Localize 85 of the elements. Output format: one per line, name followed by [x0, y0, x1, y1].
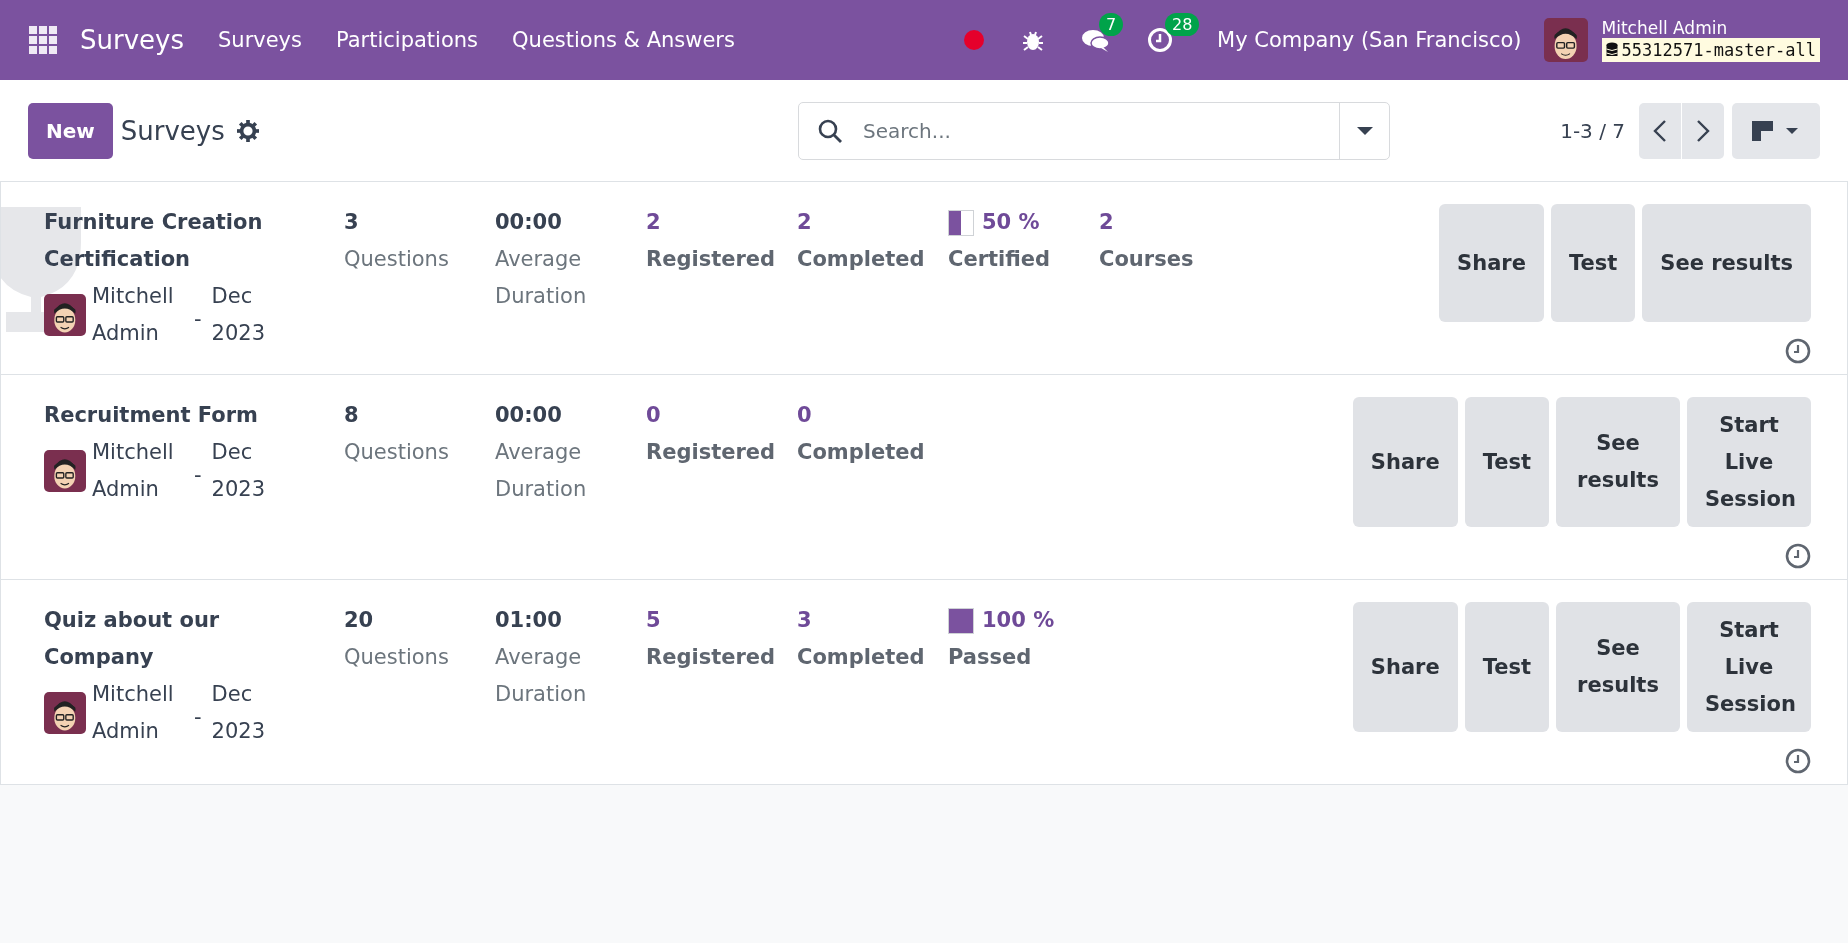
stat-label: Average Duration [495, 246, 588, 310]
caret-icon [1356, 125, 1373, 136]
stat-label: Questions [344, 246, 450, 273]
author-name: Mitchell Admin [92, 283, 175, 347]
stat-value[interactable]: 2 [646, 204, 777, 241]
stat-value[interactable]: 100 % [982, 602, 1055, 639]
stat-label: Questions [344, 439, 450, 466]
apps-grid-icon[interactable] [28, 25, 58, 55]
date-separator: - [194, 462, 202, 487]
stat-label[interactable]: Completed [797, 639, 928, 676]
stat-value[interactable]: 5 [646, 602, 777, 639]
stat-label: Questions [344, 644, 450, 671]
survey-card[interactable]: Furniture Creation Certification Mitchell Admin - Dec 2023 3 Questions 00:00 Average Duration 2 Registered 2 Completed 50 % Certified 2 Courses Share Test See results [0, 182, 1848, 375]
author-name: Mitchell Admin [92, 439, 175, 503]
view-switcher-button[interactable] [1732, 102, 1820, 159]
clock-icon[interactable] [1785, 748, 1811, 774]
stat-value[interactable]: 50 % [982, 204, 1040, 241]
action-button[interactable]: See results [1556, 602, 1680, 732]
action-button[interactable]: See results [1556, 397, 1680, 527]
user-avatar[interactable] [1543, 18, 1588, 62]
stat-value[interactable]: 2 [797, 204, 928, 241]
chevron-right-icon [1696, 118, 1710, 143]
database-tag: 55312571-master-all [1601, 38, 1820, 62]
pager-value[interactable]: 1-3 / 7 [1560, 118, 1625, 143]
menu-item[interactable]: Questions & Answers [512, 28, 735, 52]
stat-label[interactable]: Certified [948, 241, 1079, 278]
survey-date: Dec 2023 [211, 681, 267, 745]
stat-value[interactable]: 3 [797, 602, 928, 639]
activity-count-badge: 28 [1165, 13, 1200, 36]
user-name[interactable]: Mitchell Admin [1601, 18, 1820, 38]
new-button[interactable]: New [28, 102, 113, 159]
menu-item[interactable]: Participations [336, 28, 479, 52]
company-name[interactable]: My Company (San Francisco) [1217, 28, 1522, 52]
stat-label: Average Duration [495, 644, 588, 708]
survey-title: Furniture Creation Certification [44, 209, 264, 273]
survey-date: Dec 2023 [211, 283, 267, 347]
stat-label: Average Duration [495, 439, 588, 503]
settings-icon[interactable] [236, 119, 259, 142]
stat-value[interactable]: 2 [1099, 204, 1230, 241]
chevron-left-icon [1653, 118, 1667, 143]
breadcrumb: Surveys [120, 115, 225, 146]
stat-value: 00:00 [495, 402, 563, 429]
message-count-badge: 7 [1099, 13, 1124, 36]
action-button[interactable]: Test [1464, 397, 1549, 527]
action-button[interactable]: Share [1439, 204, 1544, 322]
survey-title: Recruitment Form [44, 402, 259, 429]
stat-label[interactable]: Registered [646, 639, 777, 676]
search-bar[interactable]: Search... [798, 101, 1391, 160]
previous-button[interactable] [1639, 102, 1681, 159]
stat-value[interactable]: 0 [797, 397, 928, 434]
stat-value: 3 [344, 209, 360, 236]
survey-card[interactable]: Quiz about our Company Mitchell Admin - Dec 2023 20 Questions 01:00 Average Duration 5 Registered 3 Completed 100 % Passed Share Test See results Start Live Session [0, 580, 1848, 785]
action-button[interactable]: Test [1464, 602, 1549, 732]
database-icon [1605, 42, 1618, 58]
action-button[interactable]: Share [1352, 602, 1458, 732]
stat-label[interactable]: Completed [797, 241, 928, 278]
author-name: Mitchell Admin [92, 681, 175, 745]
stat-value[interactable]: 0 [646, 397, 777, 434]
stat-label[interactable]: Registered [646, 241, 777, 278]
survey-card[interactable]: Recruitment Form Mitchell Admin - Dec 2023 8 Questions 00:00 Average Duration 0 Registered 0 Completed Share Test See results Start Live Session [0, 375, 1848, 580]
action-button[interactable]: Start Live Session [1687, 602, 1811, 732]
stat-value: 8 [344, 402, 360, 429]
recording-dot-icon[interactable] [963, 29, 986, 51]
date-separator: - [194, 704, 202, 729]
action-button[interactable]: Share [1352, 397, 1458, 527]
stat-value: 01:00 [495, 607, 563, 634]
stat-label[interactable]: Courses [1099, 241, 1230, 278]
search-field[interactable]: Search... [861, 102, 1340, 159]
stat-label[interactable]: Completed [797, 434, 928, 471]
next-button[interactable] [1682, 102, 1724, 159]
stat-label[interactable]: Registered [646, 434, 777, 471]
stat-label[interactable]: Passed [948, 639, 1079, 676]
stat-value: 20 [344, 607, 375, 634]
clock-icon[interactable] [1785, 338, 1811, 364]
clock-icon[interactable] [1785, 543, 1811, 569]
stat-value: 00:00 [495, 209, 563, 236]
survey-title: Quiz about our Company [44, 607, 221, 671]
action-button[interactable]: Test [1550, 204, 1636, 322]
survey-date: Dec 2023 [211, 439, 267, 503]
menu-item[interactable]: Surveys [218, 28, 302, 52]
search-icon [817, 117, 844, 144]
date-separator: - [194, 306, 202, 331]
app-name[interactable]: Surveys [80, 25, 184, 55]
action-button[interactable]: Start Live Session [1687, 397, 1811, 527]
action-button[interactable]: See results [1642, 204, 1811, 322]
